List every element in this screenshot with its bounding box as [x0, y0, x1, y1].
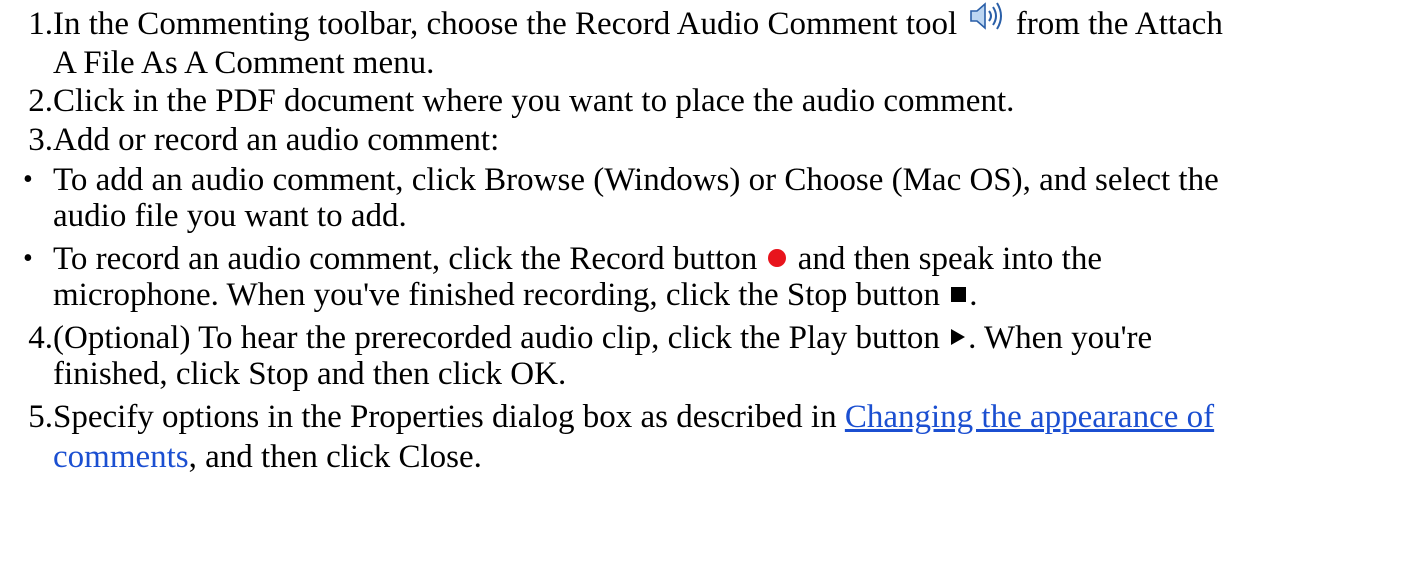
step-text: A File As A Comment menu.	[53, 45, 435, 82]
step-number: 5.	[28, 399, 53, 435]
step-number: 3.	[28, 122, 53, 158]
step-text: (Optional) To hear the prerecorded audio…	[53, 320, 940, 356]
step-text: In the Commenting toolbar, choose the Re…	[53, 6, 958, 42]
bullet-text: To add an audio comment, click Browse (W…	[53, 162, 1219, 198]
record-icon	[768, 249, 787, 268]
help-document: 1. In the Commenting toolbar, choose the…	[0, 0, 1412, 562]
step-text: Click in the PDF document where you want…	[53, 83, 1015, 119]
appearance-link[interactable]: Changing the appearance of	[845, 399, 1214, 435]
step-number: 4.	[28, 320, 53, 356]
play-icon	[951, 329, 966, 346]
step-text: Specify options in the Properties dialog…	[53, 399, 837, 435]
step-text: Add or record an audio comment:	[53, 122, 500, 158]
bullet-icon: •	[23, 243, 33, 274]
bullet-text: .	[969, 277, 978, 313]
bullet-text: and then speak into the	[797, 241, 1102, 277]
step-text: finished, click Stop and then click OK.	[53, 356, 567, 392]
bullet-text: To record an audio comment, click the Re…	[53, 241, 758, 277]
step-text: , and then click Close.	[188, 439, 482, 475]
appearance-link-continued[interactable]: comments	[53, 439, 189, 475]
bullet-text: microphone. When you've finished recordi…	[53, 277, 940, 313]
step-number: 2.	[28, 83, 53, 119]
bullet-text: audio file you want to add.	[53, 198, 407, 234]
step-number: 1.	[28, 6, 53, 42]
step-text: from the Attach	[1015, 6, 1223, 42]
speaker-icon	[969, 1, 1003, 39]
step-text: . When you're	[968, 320, 1153, 356]
bullet-icon: •	[23, 164, 33, 195]
stop-icon	[951, 286, 967, 302]
